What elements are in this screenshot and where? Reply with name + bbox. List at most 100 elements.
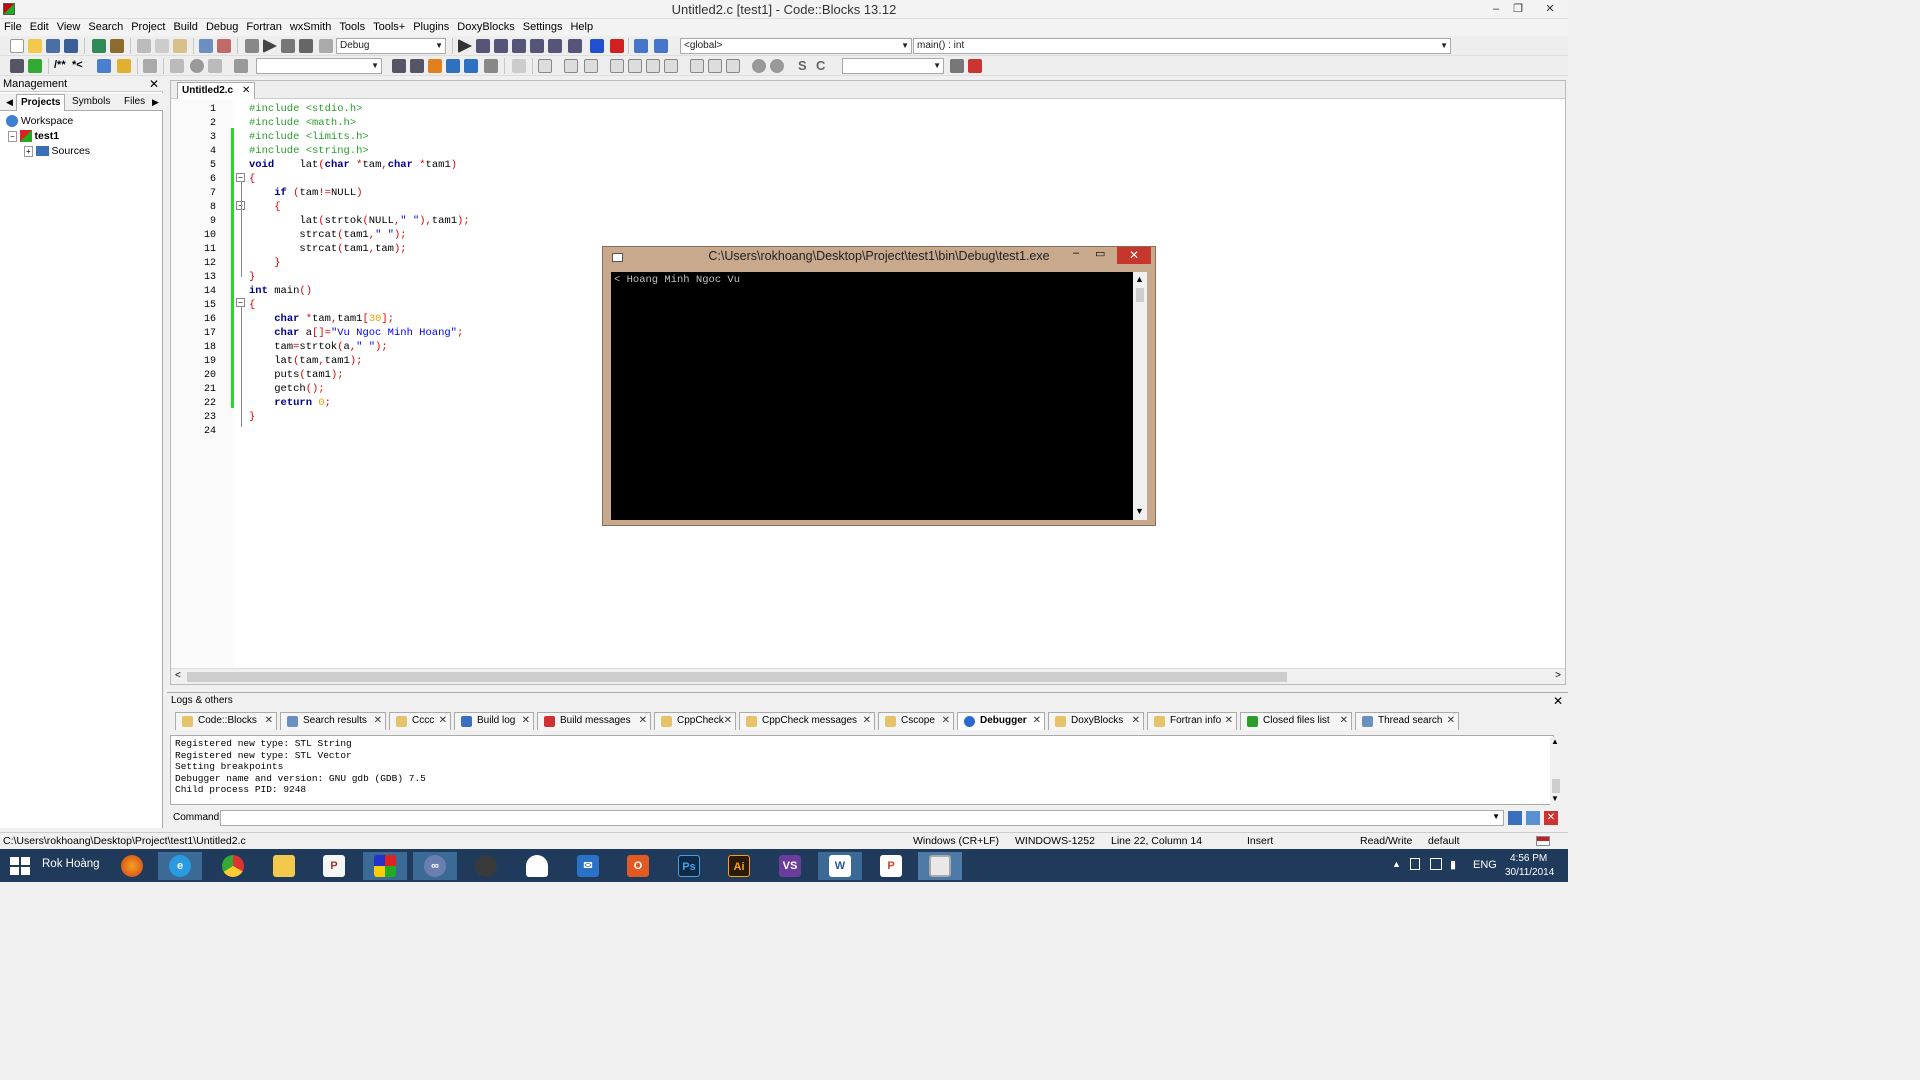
log-tab-doxyblocks[interactable]: DoxyBlocks ✕ [1048,712,1144,730]
regex-icon[interactable] [484,59,498,73]
rebuild-icon[interactable] [299,39,313,53]
scrollbar-thumb[interactable] [187,672,1287,682]
tab-symbols[interactable]: Symbols [68,94,114,111]
tab-projects[interactable]: Projects [16,94,66,111]
doxy-block-comment-icon[interactable]: /** [54,59,66,71]
tray-expand-icon[interactable]: ▲ [1392,859,1401,869]
toolbar-combo[interactable]: ▼ [842,58,944,74]
tab-untitled2[interactable]: Untitled2.c ✕ [177,82,255,99]
tab-files[interactable]: Files [120,94,149,111]
visual-studio-icon[interactable]: VS [768,852,812,880]
search-tool-icon[interactable] [950,59,964,73]
symbol-c-icon[interactable]: C [816,58,825,73]
tree-workspace[interactable]: Workspace [6,114,73,128]
management-close-icon[interactable]: ✕ [149,76,159,92]
internet-explorer-icon[interactable]: e [158,852,202,880]
redo-icon[interactable] [110,39,124,53]
action-center-icon[interactable] [1430,858,1442,870]
tab-close-icon[interactable]: ✕ [439,713,447,729]
log-scroll-thumb[interactable] [1552,779,1560,793]
build-target-select[interactable]: Debug ▼ [336,38,446,54]
settings-wrench-icon[interactable] [968,59,982,73]
search-next-icon[interactable] [410,59,424,73]
windows-start-icon[interactable] [10,857,30,875]
menu-settings[interactable]: Settings [519,19,567,36]
next-line-icon[interactable] [494,39,508,53]
menu-file[interactable]: File [0,19,26,36]
menu-tools-plus[interactable]: Tools+ [369,19,409,36]
menu-help[interactable]: Help [566,19,597,36]
clock-date[interactable]: 30/11/2014 [1505,867,1554,878]
zoom-in-icon[interactable] [752,59,766,73]
language-indicator[interactable]: ENG [1473,859,1497,871]
incremental-search-icon[interactable] [234,59,248,73]
firefox-icon[interactable] [110,852,154,880]
console-maximize-button[interactable]: ▭ [1095,247,1109,260]
log-tab-cppcheck-messages[interactable]: CppCheck messages ✕ [739,712,875,730]
menu-plugins[interactable]: Plugins [409,19,453,36]
debugger-log-output[interactable]: Registered new type: STL String Register… [170,735,1554,805]
collapse-icon[interactable]: − [8,131,17,142]
log-tab-build-log[interactable]: Build log ✕ [454,712,534,730]
battery-icon[interactable] [1410,858,1420,870]
tree-project[interactable]: − test1 [8,129,59,144]
log-tab-closed-files[interactable]: Closed files list ✕ [1240,712,1352,730]
build-gear-icon[interactable] [245,39,259,53]
scope-select[interactable]: <global> ▼ [680,38,912,54]
run-icon[interactable] [263,39,277,53]
tree-sources[interactable]: + Sources [24,144,90,159]
file-explorer-icon[interactable] [262,852,306,880]
console-minimize-button[interactable]: – [1073,247,1087,259]
tab-close-icon[interactable]: ✕ [724,713,732,729]
menu-tools[interactable]: Tools [335,19,369,36]
build-and-run-icon[interactable] [281,39,295,53]
photoshop-icon[interactable]: Ps [667,852,711,880]
extract-docs-icon[interactable] [97,59,111,73]
tab-close-icon[interactable]: ✕ [265,713,273,729]
console-body[interactable]: < Hoang Minh Ngoc Vu ▲ ▼ [611,272,1147,520]
tab-close-icon[interactable]: ✕ [863,713,871,729]
tab-close-icon[interactable]: ✕ [522,713,530,729]
menu-fortran[interactable]: Fortran [242,19,285,36]
tab-close-icon[interactable]: ✕ [374,713,382,729]
debug-windows-icon[interactable] [634,39,648,53]
menu-wxsmith[interactable]: wxSmith [286,19,336,36]
illustrator-icon[interactable]: Ai [717,852,761,880]
log-tab-cscope[interactable]: Cscope ✕ [878,712,954,730]
nav-forward-icon[interactable] [208,59,222,73]
debug-info-icon[interactable] [654,39,668,53]
menu-build[interactable]: Build [169,19,201,36]
log-tab-cccc[interactable]: Cccc ✕ [389,712,451,730]
log-tab-search-results[interactable]: Search results ✕ [280,712,386,730]
tab-close-icon[interactable]: ✕ [1132,713,1140,729]
copy-icon[interactable] [155,39,169,53]
abort-icon[interactable] [319,39,333,53]
scroll-left-icon[interactable]: < [175,670,181,681]
send-command-icon[interactable] [1508,811,1522,825]
wx-text-icon[interactable] [708,59,722,73]
tab-close-icon[interactable]: ✕ [1033,713,1041,729]
replace-icon[interactable] [217,39,231,53]
scroll-up-icon[interactable]: ▲ [1135,274,1144,284]
scroll-down-icon[interactable]: ▼ [1551,794,1559,803]
debug-continue-icon[interactable] [458,39,472,53]
load-script-icon[interactable] [1526,811,1540,825]
tab-close-icon[interactable]: ✕ [1225,713,1233,729]
chrome-icon[interactable] [211,852,255,880]
tabs-scroll-right-icon[interactable]: ▶ [148,94,163,111]
network-icon[interactable]: ▮ [1450,858,1456,871]
minimize-button[interactable]: – [1484,1,1508,17]
save-icon[interactable] [46,39,60,53]
menu-debug[interactable]: Debug [202,19,242,36]
clear-log-icon[interactable]: ✕ [1544,811,1558,825]
wx-box-icon[interactable] [628,59,642,73]
function-select[interactable]: main() : int ▼ [913,38,1451,54]
step-into-icon[interactable] [512,39,526,53]
symbol-s-icon[interactable]: S [798,58,807,73]
editor-horizontal-scrollbar[interactable]: < > [171,668,1565,684]
console-window[interactable]: C:\Users\rokhoang\Desktop\Project\test1\… [602,246,1156,526]
pause-icon[interactable] [590,39,604,53]
close-button[interactable]: ✕ [1538,1,1562,17]
incremental-search-input[interactable]: ▼ [256,58,382,74]
user-name[interactable]: Rok Hoàng [42,858,100,870]
